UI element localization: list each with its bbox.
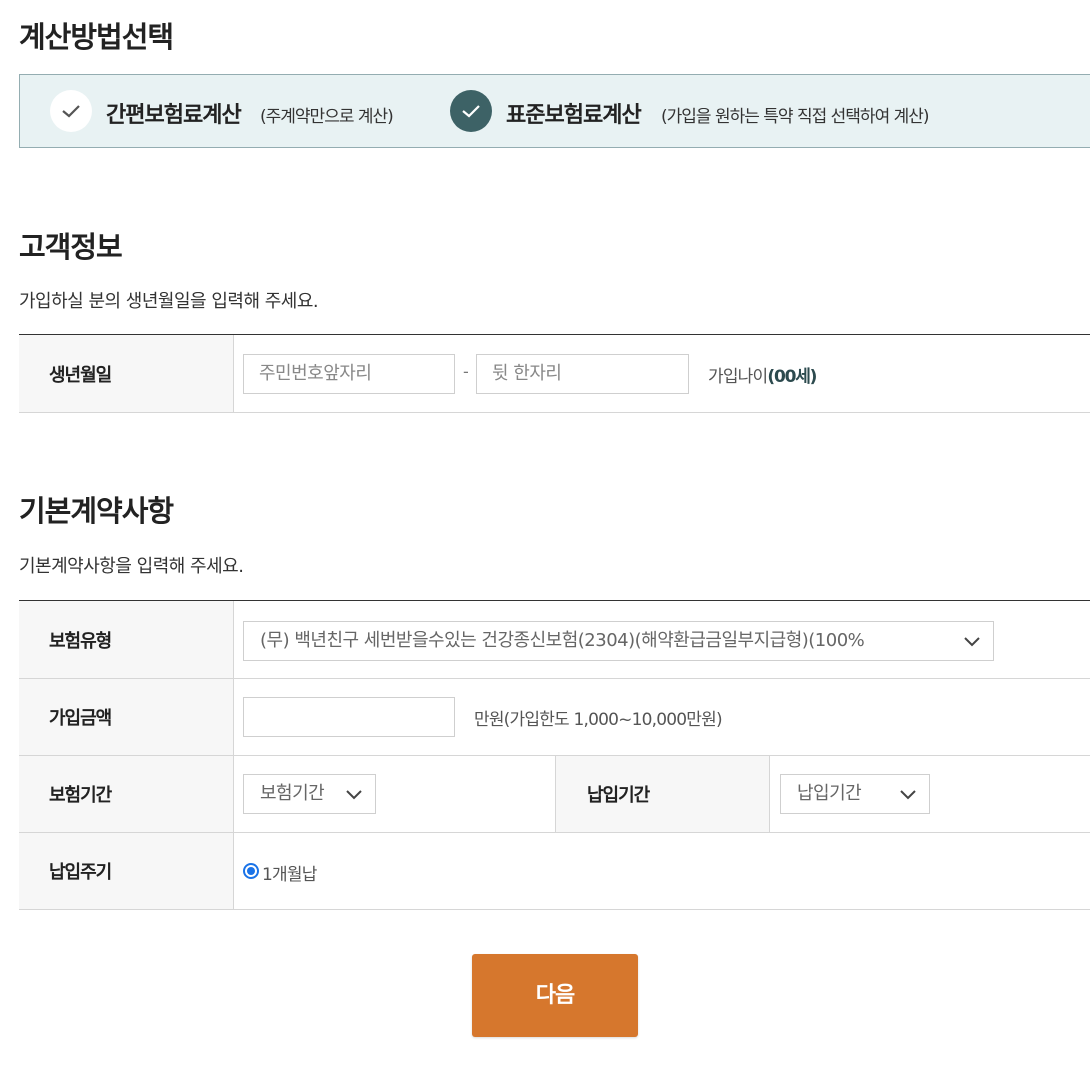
pay-cycle-header: 납입주기	[19, 833, 234, 909]
birth-separator: -	[463, 362, 469, 381]
pay-period-select[interactable]: 납입기간	[780, 774, 930, 814]
standard-calc-check-icon[interactable]	[450, 90, 492, 132]
pay-period-header: 납입기간	[555, 756, 770, 832]
birth-row: 생년월일 주민번호앞자리 - 뒷 한자리 가입나이(00세)	[19, 335, 1090, 413]
method-selector: 간편보험료계산 (주계약만으로 계산) 표준보험료계산 (가입을 원하는 특약 …	[19, 74, 1090, 148]
standard-calc-option[interactable]: 표준보험료계산	[506, 97, 642, 129]
period-label: 보험기간	[49, 785, 112, 806]
chevron-down-icon	[964, 637, 980, 647]
contract-table: 보험유형 (무) 백년친구 세번받을수있는 건강종신보험(2304)(해약환급금…	[19, 600, 1090, 910]
method-section-title: 계산방법선택	[19, 20, 174, 54]
contract-section-title: 기본계약사항	[19, 494, 174, 528]
period-select[interactable]: 보험기간	[243, 774, 376, 814]
age-prefix: 가입나이	[708, 367, 768, 387]
insurance-type-header: 보험유형	[19, 601, 234, 678]
insurance-type-value: (무) 백년친구 세번받을수있는 건강종신보험(2304)(해약환급금일부지급형…	[260, 630, 865, 651]
amount-hint: 만원(가입한도 1,000~10,000만원)	[474, 710, 723, 730]
birth-back-input[interactable]: 뒷 한자리	[476, 354, 689, 394]
insurance-type-label: 보험유형	[49, 630, 112, 652]
pay-cycle-radio[interactable]	[243, 863, 259, 879]
pay-cycle-label: 납입주기	[49, 862, 112, 883]
insurance-type-row: 보험유형 (무) 백년친구 세번받을수있는 건강종신보험(2304)(해약환급금…	[19, 601, 1090, 679]
birth-front-input[interactable]: 주민번호앞자리	[243, 354, 455, 394]
simple-calc-check-icon[interactable]	[50, 90, 92, 132]
next-button[interactable]: 다음	[472, 954, 638, 1037]
birth-label: 생년월일	[49, 364, 112, 386]
chevron-down-icon	[346, 790, 362, 800]
age-value: (00세)	[767, 367, 817, 387]
pay-cycle-row: 납입주기 1개월납	[19, 833, 1090, 910]
amount-row: 가입금액 만원(가입한도 1,000~10,000만원)	[19, 679, 1090, 756]
simple-calc-option[interactable]: 간편보험료계산	[106, 97, 242, 129]
birth-header: 생년월일	[19, 335, 234, 412]
customer-table: 생년월일 주민번호앞자리 - 뒷 한자리 가입나이(00세)	[19, 334, 1090, 413]
period-row: 보험기간 보험기간 납입기간 납입기간	[19, 756, 1090, 833]
amount-header: 가입금액	[19, 679, 234, 755]
insurance-type-select[interactable]: (무) 백년친구 세번받을수있는 건강종신보험(2304)(해약환급금일부지급형…	[243, 621, 994, 661]
customer-section-desc: 가입하실 분의 생년월일을 입력해 주세요.	[19, 291, 319, 312]
customer-section-title: 고객정보	[19, 230, 123, 264]
amount-label: 가입금액	[49, 708, 112, 729]
pay-period-label: 납입기간	[587, 785, 650, 806]
amount-input[interactable]	[243, 697, 455, 737]
chevron-down-icon	[900, 790, 916, 800]
age-display: 가입나이(00세)	[708, 362, 817, 387]
standard-calc-sub: (가입을 원하는 특약 직접 선택하여 계산)	[661, 107, 930, 127]
pay-cycle-option-label[interactable]: 1개월납	[262, 860, 317, 885]
period-header: 보험기간	[19, 756, 234, 832]
simple-calc-sub: (주계약만으로 계산)	[260, 107, 394, 127]
contract-section-desc: 기본계약사항을 입력해 주세요.	[19, 556, 244, 577]
